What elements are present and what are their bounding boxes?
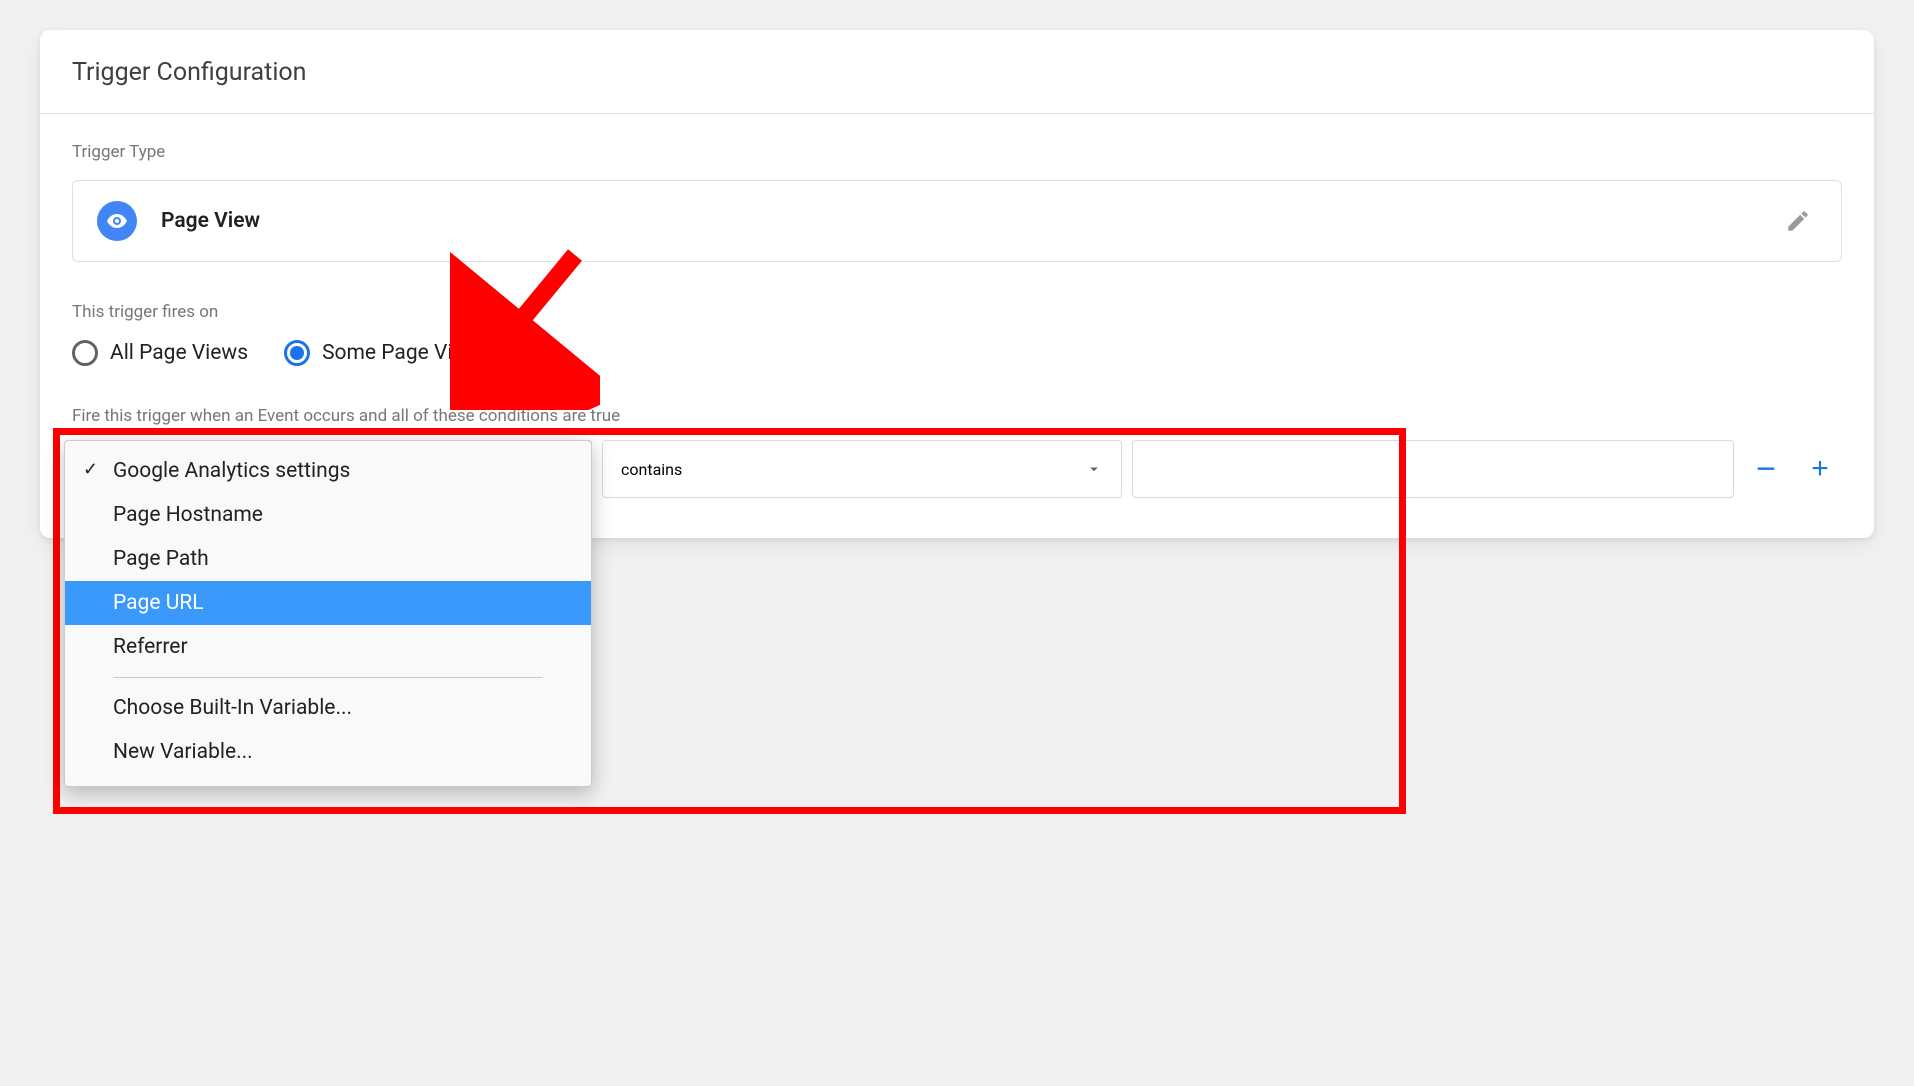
radio-some-page-views[interactable]: Some Page Views	[284, 340, 490, 366]
dropdown-item-choose-builtin[interactable]: Choose Built-In Variable...	[65, 686, 591, 730]
dropdown-item-page-path[interactable]: Page Path	[65, 537, 591, 581]
add-condition-button[interactable]: +	[1798, 447, 1842, 491]
operator-value: contains	[621, 460, 682, 479]
trigger-type-left: Page View	[97, 201, 260, 241]
dropdown-item-referrer[interactable]: Referrer	[65, 625, 591, 669]
radio-icon	[72, 340, 98, 366]
radio-all-page-views[interactable]: All Page Views	[72, 340, 248, 366]
radio-icon	[284, 340, 310, 366]
card-body: Trigger Type Page View This trigger fire…	[40, 114, 1874, 538]
radio-label: Some Page Views	[322, 341, 490, 365]
dropdown-separator	[113, 677, 543, 678]
card-title: Trigger Configuration	[72, 58, 1842, 87]
pencil-icon	[1785, 208, 1811, 234]
trigger-type-value: Page View	[161, 209, 260, 233]
dropdown-item-page-hostname[interactable]: Page Hostname	[65, 493, 591, 537]
fires-on-radio-group: All Page Views Some Page Views	[72, 340, 1842, 366]
trigger-type-row[interactable]: Page View	[72, 180, 1842, 262]
variable-dropdown: Google Analytics settings Page Hostname …	[64, 440, 592, 787]
fires-on-label: This trigger fires on	[72, 302, 1842, 322]
page-view-icon	[97, 201, 137, 241]
trigger-type-label: Trigger Type	[72, 142, 1842, 162]
trigger-config-card: Trigger Configuration Trigger Type Page …	[40, 30, 1874, 538]
edit-trigger-type-button[interactable]	[1779, 202, 1817, 240]
dropdown-item-new-variable[interactable]: New Variable...	[65, 730, 591, 774]
conditions-block: Fire this trigger when an Event occurs a…	[72, 406, 1842, 498]
chevron-down-icon	[1085, 460, 1103, 478]
dropdown-item-google-analytics-settings[interactable]: Google Analytics settings	[65, 449, 591, 493]
remove-condition-button[interactable]: −	[1744, 447, 1788, 491]
card-header: Trigger Configuration	[40, 30, 1874, 114]
condition-value-input[interactable]	[1132, 440, 1734, 498]
radio-label: All Page Views	[110, 341, 248, 365]
dropdown-item-page-url[interactable]: Page URL	[65, 581, 591, 625]
conditions-label: Fire this trigger when an Event occurs a…	[72, 406, 1842, 426]
condition-operator-select[interactable]: contains	[602, 440, 1122, 498]
